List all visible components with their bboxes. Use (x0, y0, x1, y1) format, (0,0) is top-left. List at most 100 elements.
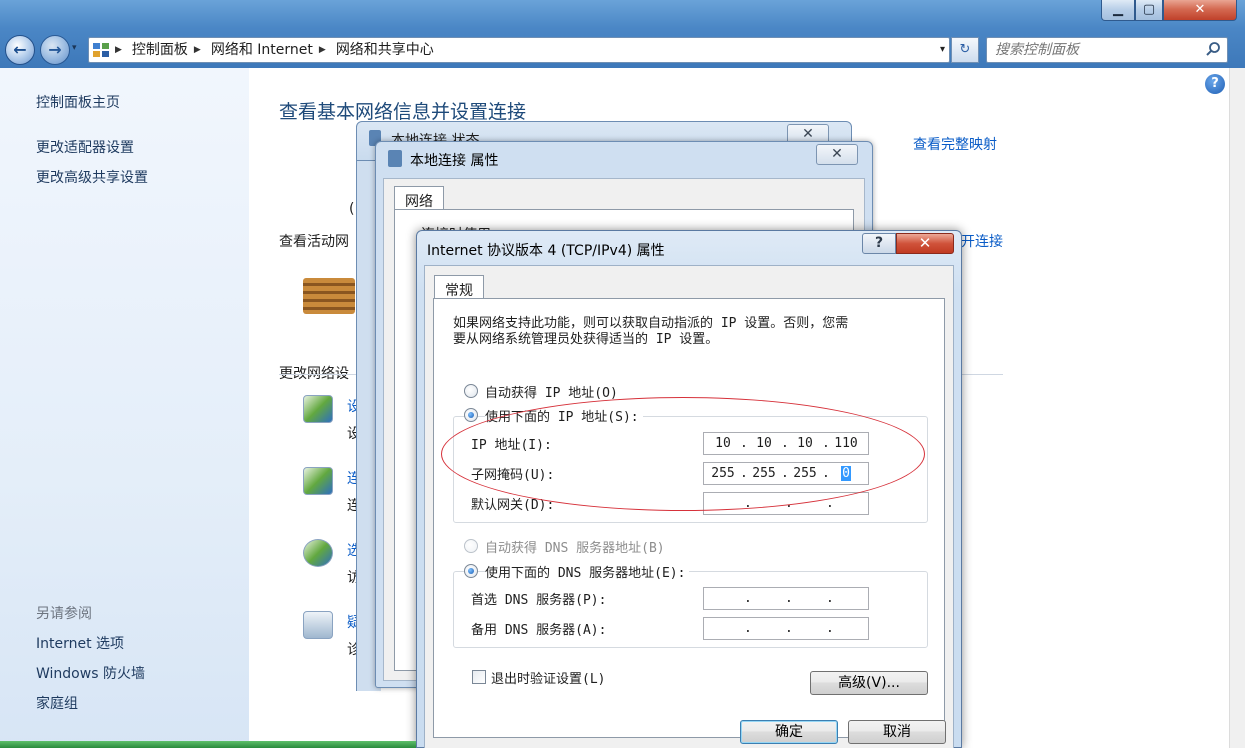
description-line-2: 要从网络系统管理员处获得适当的 IP 设置。 (453, 332, 719, 347)
change-network-settings-heading: 更改网络设 (279, 366, 349, 382)
active-networks-heading: 查看活动网 (279, 234, 349, 250)
back-button[interactable]: ← (5, 35, 35, 65)
public-network-bench-icon (303, 278, 355, 314)
preferred-dns-field[interactable]: . . . (703, 587, 869, 610)
manual-ip-radio[interactable] (464, 408, 478, 422)
ok-button[interactable]: 确定 (740, 720, 838, 744)
auto-dns-label: 自动获得 DNS 服务器地址(B) (485, 541, 665, 556)
alternate-dns-field[interactable]: . . . (703, 617, 869, 640)
ip-dot: . (781, 466, 789, 481)
ip-dot: . (744, 496, 752, 511)
ip-dot: . (785, 496, 793, 511)
breadcrumb-network-internet[interactable]: 网络和 Internet (211, 38, 313, 62)
subnet-octet-1: 255 (711, 466, 735, 481)
manual-ip-label: 使用下面的 IP 地址(S): (485, 406, 643, 425)
auto-dns-radio[interactable] (464, 539, 478, 553)
breadcrumb-separator-icon: ▶ (115, 45, 122, 55)
tab-general[interactable]: 常规 (434, 275, 484, 299)
properties-dialog-title: 本地连接 属性 (410, 153, 499, 169)
subnet-octet-3: 255 (793, 466, 817, 481)
ip-dot: . (744, 621, 752, 636)
search-box[interactable] (986, 37, 1228, 63)
see-also-heading: 另请参阅 (36, 606, 92, 622)
troubleshoot-icon (303, 611, 333, 639)
vertical-scrollbar[interactable] (1229, 68, 1245, 748)
auto-ip-radio[interactable] (464, 384, 478, 398)
ipv4-properties-dialog: Internet 协议版本 4 (TCP/IPv4) 属性 ? ✕ 常规 如果网… (416, 230, 962, 748)
connect-to-network-icon (303, 467, 333, 495)
ip-dot: . (822, 436, 830, 451)
breadcrumb: ▶ 控制面板 ▶ 网络和 Internet ▶ 网络和共享中心 (115, 38, 434, 62)
control-panel-icon (92, 41, 110, 59)
ipv4-dialog-client: 常规 如果网络支持此功能，则可以获取自动指派的 IP 设置。否则，您需 要从网络… (424, 265, 954, 748)
address-dropdown-icon[interactable]: ▾ (940, 38, 945, 62)
ip-dot: . (781, 436, 789, 451)
taskbar-strip (0, 741, 416, 748)
alternate-dns-label: 备用 DNS 服务器(A): (471, 623, 607, 638)
subnet-mask-label: 子网掩码(U): (471, 468, 555, 483)
ip-dot: . (826, 621, 834, 636)
setup-connection-icon (303, 395, 333, 423)
close-window-button[interactable]: ✕ (1163, 0, 1237, 21)
address-bar[interactable]: ▶ 控制面板 ▶ 网络和 Internet ▶ 网络和共享中心 ▾ (88, 37, 950, 63)
search-input[interactable] (987, 38, 1197, 62)
maximize-button[interactable]: ▢ (1135, 0, 1163, 21)
network-paren-fragment: ( (349, 201, 355, 217)
ip-address-label: IP 地址(I): (471, 438, 552, 453)
default-gateway-field[interactable]: . . . (703, 492, 869, 515)
manual-dns-radio[interactable] (464, 564, 478, 578)
subnet-octet-4-wrap: 0 (829, 463, 863, 484)
properties-dialog-close-button[interactable]: ✕ (816, 144, 858, 165)
change-advanced-sharing-link[interactable]: 更改高级共享设置 (36, 167, 148, 187)
preferred-dns-label: 首选 DNS 服务器(P): (471, 593, 607, 608)
ip-dot: . (826, 591, 834, 606)
breadcrumb-control-panel[interactable]: 控制面板 (132, 38, 188, 62)
ipv4-dialog-close-button[interactable]: ✕ (896, 233, 954, 254)
advanced-button[interactable]: 高级(V)... (810, 671, 928, 695)
cancel-button[interactable]: 取消 (848, 720, 946, 744)
ip-dot: . (744, 591, 752, 606)
homegroup-sharing-icon (303, 539, 333, 567)
help-icon[interactable]: ? (1205, 74, 1225, 94)
windows-firewall-link[interactable]: Windows 防火墙 (36, 663, 145, 683)
subnet-octet-4: 0 (841, 466, 851, 481)
breadcrumb-separator-icon: ▶ (193, 45, 201, 55)
auto-ip-label: 自动获得 IP 地址(O) (485, 386, 618, 401)
refresh-button[interactable]: ↻ (951, 37, 979, 63)
subnet-octet-2: 255 (752, 466, 776, 481)
ip-octet-3: 10 (797, 436, 813, 451)
network-adapter-icon (388, 150, 402, 167)
change-adapter-settings-link[interactable]: 更改适配器设置 (36, 137, 134, 157)
window-controls: ▁ ▢ ✕ (1101, 0, 1237, 21)
ip-address-field[interactable]: 10 . 10 . 10 . 110 (703, 432, 869, 455)
ip-octet-1: 10 (715, 436, 731, 451)
breadcrumb-network-sharing-center[interactable]: 网络和共享中心 (336, 38, 434, 62)
ip-dot: . (740, 436, 748, 451)
validate-on-exit-label: 退出时验证设置(L) (491, 672, 606, 687)
internet-options-link[interactable]: Internet 选项 (36, 633, 124, 653)
view-full-map-link[interactable]: 查看完整映射 (913, 134, 997, 154)
default-gateway-label: 默认网关(D): (471, 498, 555, 513)
forward-button[interactable]: → (40, 35, 70, 65)
manual-dns-label: 使用下面的 DNS 服务器地址(E): (485, 562, 690, 581)
control-panel-home-link[interactable]: 控制面板主页 (36, 92, 120, 112)
ipv4-dialog-title: Internet 协议版本 4 (TCP/IPv4) 属性 (427, 243, 665, 259)
general-tab-panel: 如果网络支持此功能，则可以获取自动指派的 IP 设置。否则，您需 要从网络系统管… (433, 298, 945, 738)
ip-dot: . (785, 621, 793, 636)
ip-octet-4: 110 (834, 436, 858, 451)
ip-dot: . (740, 466, 748, 481)
ip-dot: . (785, 591, 793, 606)
page-title: 查看基本网络信息并设置连接 (279, 101, 527, 123)
subnet-mask-field[interactable]: 255 . 255 . 255 . 0 (703, 462, 869, 485)
search-icon[interactable] (1205, 41, 1221, 61)
homegroup-link[interactable]: 家庭组 (36, 693, 78, 713)
ip-octet-2: 10 (756, 436, 772, 451)
breadcrumb-separator-icon: ▶ (318, 45, 326, 55)
ip-dot: . (822, 466, 830, 481)
recent-pages-chevron-icon[interactable]: ▾ (72, 43, 77, 53)
ip-dot: . (826, 496, 834, 511)
minimize-button[interactable]: ▁ (1101, 0, 1135, 21)
validate-on-exit-checkbox[interactable] (472, 670, 486, 684)
connect-disconnect-link[interactable]: 开连接 (961, 231, 1003, 251)
help-button[interactable]: ? (862, 233, 896, 254)
